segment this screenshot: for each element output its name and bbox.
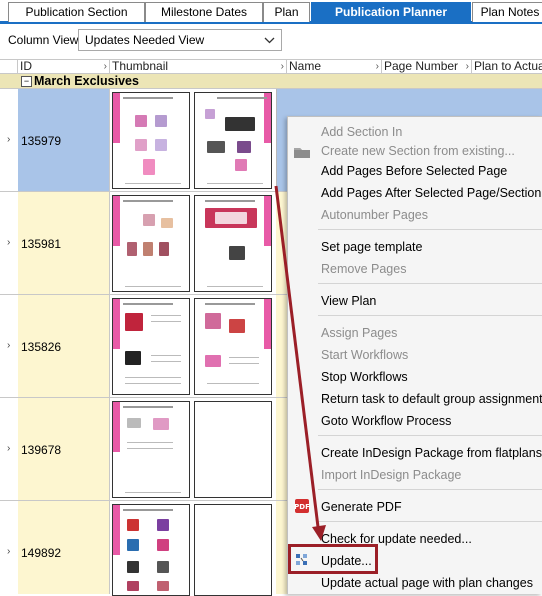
row-expand-icon[interactable]: › (7, 546, 10, 557)
column-resize-icon: › (465, 61, 469, 72)
menu-item-add-pages-before[interactable]: Add Pages Before Selected Page (321, 164, 507, 178)
tab-label: Publication Planner (334, 5, 448, 19)
collapse-toggle-icon[interactable]: − (21, 76, 32, 87)
column-resize-icon: › (280, 61, 284, 72)
page-thumbnail[interactable] (194, 298, 272, 395)
menu-item-create-indesign-package[interactable]: Create InDesign Package from flatplans (321, 446, 542, 460)
tab-label: Plan Notes (480, 5, 540, 19)
svg-text:PDF: PDF (294, 503, 310, 511)
group-title: March Exclusives (34, 74, 139, 88)
menu-item-remove-pages[interactable]: Remove Pages (321, 262, 406, 276)
menu-separator (318, 283, 542, 284)
column-view-label: Column View: (8, 33, 82, 47)
menu-item-set-page-template[interactable]: Set page template (321, 240, 422, 254)
grid-header: ID › Thumbnail › Name › Page Number › Plan t… (0, 59, 542, 74)
menu-separator (318, 435, 542, 436)
page-thumbnail[interactable] (112, 298, 190, 395)
tab-label: Plan (274, 5, 299, 19)
highlight-box (288, 544, 378, 574)
menu-item-import-indesign-package[interactable]: Import InDesign Package (321, 468, 461, 482)
column-resize-icon: › (375, 61, 379, 72)
header-label: ID (20, 60, 32, 73)
tab-label: Publication Section (25, 5, 128, 19)
chevron-down-icon (264, 30, 275, 57)
menu-separator (318, 229, 542, 230)
row-expand-icon[interactable]: › (7, 237, 10, 248)
column-view-value: Updates Needed View (85, 33, 205, 47)
page-thumbnail[interactable] (194, 195, 272, 292)
menu-separator (318, 315, 542, 316)
header-id[interactable]: ID › (18, 60, 110, 74)
group-row[interactable]: − March Exclusives (0, 74, 542, 89)
page-thumbnail[interactable] (194, 504, 272, 596)
header-label: Thumbnail (112, 60, 169, 73)
tab-plan[interactable]: Plan (263, 2, 310, 22)
row-id: 135826 (21, 340, 62, 354)
row-id: 139678 (21, 443, 62, 457)
page-thumbnail[interactable] (194, 401, 272, 498)
menu-separator (318, 521, 542, 522)
page-thumbnail[interactable] (112, 504, 190, 596)
row-expand-icon[interactable]: › (7, 134, 10, 145)
header-page-number[interactable]: Page Number › (382, 60, 472, 74)
menu-separator (318, 489, 542, 490)
menu-item-generate-pdf[interactable]: Generate PDF (321, 500, 402, 514)
menu-item-create-section-from-existing[interactable]: Create new Section from existing... (321, 144, 515, 158)
tab-publication-planner[interactable]: Publication Planner (311, 2, 471, 23)
menu-item-add-pages-after[interactable]: Add Pages After Selected Page/Section (321, 186, 541, 200)
row-id: 149892 (21, 546, 62, 560)
pdf-icon: PDF (293, 498, 311, 514)
page-thumbnail[interactable] (112, 195, 190, 292)
menu-item-add-section-in[interactable]: Add Section In (321, 125, 402, 139)
header-label: Plan to Actual (474, 60, 542, 73)
tab-label: Milestone Dates (160, 5, 248, 19)
menu-item-start-workflows[interactable]: Start Workflows (321, 348, 408, 362)
page-thumbnail[interactable] (112, 92, 190, 189)
header-selector (0, 60, 18, 74)
header-name[interactable]: Name › (287, 60, 382, 74)
column-view-select[interactable]: Updates Needed View (78, 29, 282, 51)
row-id: 135979 (21, 134, 62, 148)
menu-item-goto-workflow-process[interactable]: Goto Workflow Process (321, 414, 451, 428)
menu-item-assign-pages[interactable]: Assign Pages (321, 326, 397, 340)
menu-item-autonumber-pages[interactable]: Autonumber Pages (321, 208, 428, 222)
tab-plan-notes[interactable]: Plan Notes (472, 2, 542, 22)
header-label: Name (289, 60, 322, 73)
page-thumbnail[interactable] (112, 401, 190, 498)
header-plan-to-actual[interactable]: Plan to Actual (472, 60, 542, 74)
menu-item-stop-workflows[interactable]: Stop Workflows (321, 370, 408, 384)
page-thumbnail[interactable] (194, 92, 272, 189)
row-id: 135981 (21, 237, 62, 251)
row-expand-icon[interactable]: › (7, 443, 10, 454)
context-menu: Add Section In Create new Section from e… (287, 116, 542, 594)
tab-milestone-dates[interactable]: Milestone Dates (145, 2, 263, 22)
header-thumbnail[interactable]: Thumbnail › (110, 60, 287, 74)
tab-bar: Publication Section Milestone Dates Plan… (0, 0, 542, 24)
header-label: Page Number (384, 60, 459, 73)
menu-item-update-actual-page[interactable]: Update actual page with plan changes (321, 576, 533, 590)
tab-publication-section[interactable]: Publication Section (8, 2, 145, 22)
column-resize-icon: › (103, 61, 107, 72)
row-expand-icon[interactable]: › (7, 340, 10, 351)
menu-item-return-task-default-group[interactable]: Return task to default group assignment (321, 392, 542, 406)
menu-item-view-plan[interactable]: View Plan (321, 294, 376, 308)
folder-icon (293, 144, 311, 160)
